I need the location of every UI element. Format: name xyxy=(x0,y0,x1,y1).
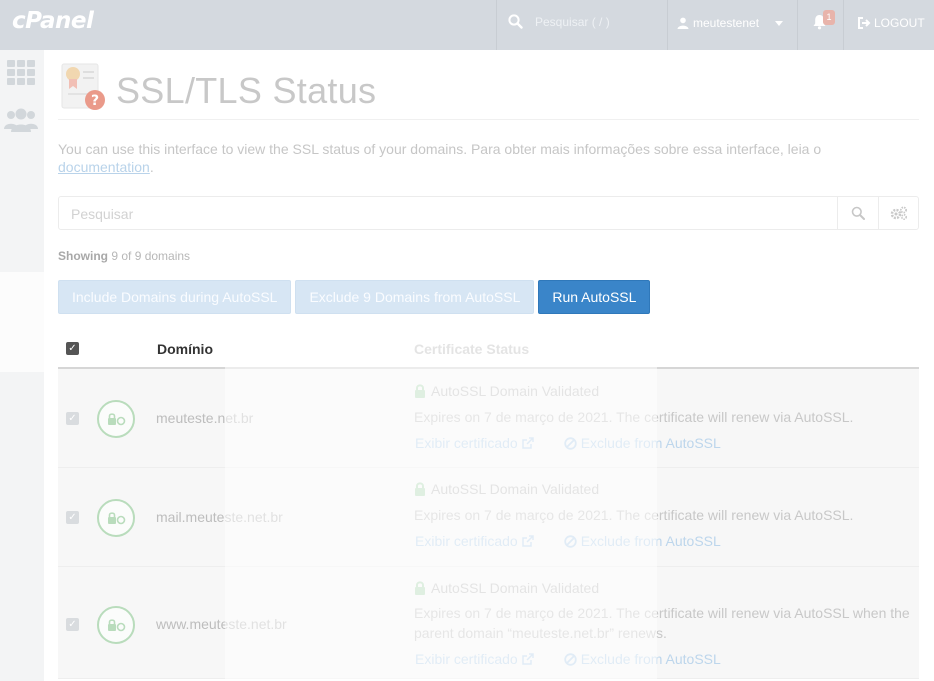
domain-name: www.meuteste.net.br xyxy=(156,616,287,632)
table-row: ✓ meuteste.net.br AutoSSL Domain Validat… xyxy=(58,369,919,468)
showing-label: Showing xyxy=(58,249,108,263)
divider xyxy=(797,0,798,50)
exclude-from-autossl-link[interactable]: Exclude from AutoSSL xyxy=(564,533,721,549)
search-icon xyxy=(508,14,523,29)
user-icon xyxy=(677,17,689,29)
certificate-status: AutoSSL Domain Validated xyxy=(414,580,599,596)
showing-count: Showing 9 of 9 domains xyxy=(58,249,190,263)
row-checkbox[interactable]: ✓ xyxy=(66,511,79,524)
row-links: Exibir certificado Exclude from AutoSSL xyxy=(415,533,721,549)
user-menu[interactable]: meutestenet xyxy=(677,16,784,30)
domain-name: mail.meuteste.net.br xyxy=(156,509,283,525)
row-links: Exibir certificado Exclude from AutoSSL xyxy=(415,435,721,451)
view-certificate-label: Exibir certificado xyxy=(415,435,518,451)
select-all-checkbox[interactable]: ✓ xyxy=(66,342,79,355)
action-buttons: Include Domains during AutoSSL Exclude 9… xyxy=(58,280,651,314)
view-certificate-label: Exibir certificado xyxy=(415,651,518,667)
lock-status-icon xyxy=(97,499,135,537)
view-certificate-link[interactable]: Exibir certificado xyxy=(415,435,534,451)
notification-badge: 1 xyxy=(823,10,835,25)
column-header-status[interactable]: Certificate Status xyxy=(414,341,529,357)
lock-icon xyxy=(415,384,425,398)
table-row: ✓ mail.meuteste.net.br AutoSSL Domain Va… xyxy=(58,468,919,567)
expiry-text: Expires on 7 de março de 2021. The certi… xyxy=(414,507,854,523)
include-domains-button[interactable]: Include Domains during AutoSSL xyxy=(58,280,292,314)
row-checkbox[interactable]: ✓ xyxy=(66,618,79,631)
domain-name: meuteste.net.br xyxy=(156,410,254,426)
divider xyxy=(496,0,497,50)
certificate-icon: ? xyxy=(61,63,105,110)
logout-label: LOGOUT xyxy=(874,16,925,30)
row-checkbox[interactable]: ✓ xyxy=(66,412,79,425)
exclude-from-autossl-link[interactable]: Exclude from AutoSSL xyxy=(564,651,721,667)
row-links: Exibir certificado Exclude from AutoSSL xyxy=(415,651,721,667)
exclude-from-autossl-link[interactable]: Exclude from AutoSSL xyxy=(564,435,721,451)
lock-icon xyxy=(415,581,425,595)
column-header-domain[interactable]: Domínio xyxy=(157,341,213,357)
exclude-label: Exclude from AutoSSL xyxy=(580,533,721,549)
certificate-status: AutoSSL Domain Validated xyxy=(414,481,599,497)
expiry-text: Expires on 7 de março de 2021. The certi… xyxy=(414,409,854,425)
lock-icon xyxy=(415,482,425,496)
logout-button[interactable]: LOGOUT xyxy=(858,16,925,30)
page-title: SSL/TLS Status xyxy=(116,70,377,111)
exclude-label: Exclude from AutoSSL xyxy=(580,651,721,667)
table-row: ✓ www.meuteste.net.br AutoSSL Domain Val… xyxy=(58,567,919,679)
page-header: ? SSL/TLS Status xyxy=(58,62,919,120)
apps-grid-icon[interactable] xyxy=(7,60,35,85)
status-text: AutoSSL Domain Validated xyxy=(431,383,600,399)
users-icon[interactable] xyxy=(3,107,39,133)
username: meutestenet xyxy=(693,16,760,30)
domains-table: ✓ Domínio Certificate Status ✓ meuteste.… xyxy=(58,336,919,679)
external-link-icon xyxy=(521,653,534,665)
ban-icon xyxy=(564,652,577,666)
chevron-down-icon xyxy=(775,20,784,26)
top-navbar: cPanel Pesquisar ( / ) meutestenet 1 LOG… xyxy=(0,0,934,50)
description-suffix: . xyxy=(149,159,154,175)
divider xyxy=(843,0,844,50)
table-header: ✓ Domínio Certificate Status xyxy=(58,336,919,369)
showing-text: 9 of 9 domains xyxy=(111,249,191,263)
lock-status-icon xyxy=(97,606,135,644)
view-certificate-link[interactable]: Exibir certificado xyxy=(415,651,534,667)
view-certificate-label: Exibir certificado xyxy=(415,533,518,549)
description-text: You can use this interface to view the S… xyxy=(58,141,822,157)
expiry-text: Expires on 7 de março de 2021. The certi… xyxy=(414,605,910,641)
external-link-icon xyxy=(521,437,534,449)
exclude-label: Exclude from AutoSSL xyxy=(580,435,721,451)
domain-search-input[interactable]: Pesquisar xyxy=(71,206,133,222)
status-text: AutoSSL Domain Validated xyxy=(431,481,600,497)
status-text: AutoSSL Domain Validated xyxy=(431,580,600,596)
domain-search-bar: Pesquisar xyxy=(58,196,919,230)
ban-icon xyxy=(564,534,577,548)
lock-status-icon xyxy=(97,400,135,438)
global-search-placeholder: Pesquisar ( / ) xyxy=(535,14,610,29)
settings-button[interactable] xyxy=(878,197,919,229)
global-search[interactable]: Pesquisar ( / ) xyxy=(508,14,610,29)
documentation-link[interactable]: documentation xyxy=(58,159,150,175)
svg-text:?: ? xyxy=(91,93,99,109)
divider xyxy=(667,0,668,50)
search-button[interactable] xyxy=(837,197,878,229)
run-autossl-button[interactable]: Run AutoSSL xyxy=(538,280,651,314)
certificate-status: AutoSSL Domain Validated xyxy=(414,383,599,399)
page-description: You can use this interface to view the S… xyxy=(58,140,919,176)
view-certificate-link[interactable]: Exibir certificado xyxy=(415,533,534,549)
ban-icon xyxy=(564,436,577,450)
exclude-domains-button[interactable]: Exclude 9 Domains from AutoSSL xyxy=(295,280,535,314)
search-icon xyxy=(851,206,865,220)
gears-icon xyxy=(890,206,907,220)
external-link-icon xyxy=(521,535,534,547)
left-sidebar xyxy=(0,50,44,681)
logout-icon xyxy=(858,17,871,29)
cpanel-logo[interactable]: cPanel xyxy=(12,8,94,34)
